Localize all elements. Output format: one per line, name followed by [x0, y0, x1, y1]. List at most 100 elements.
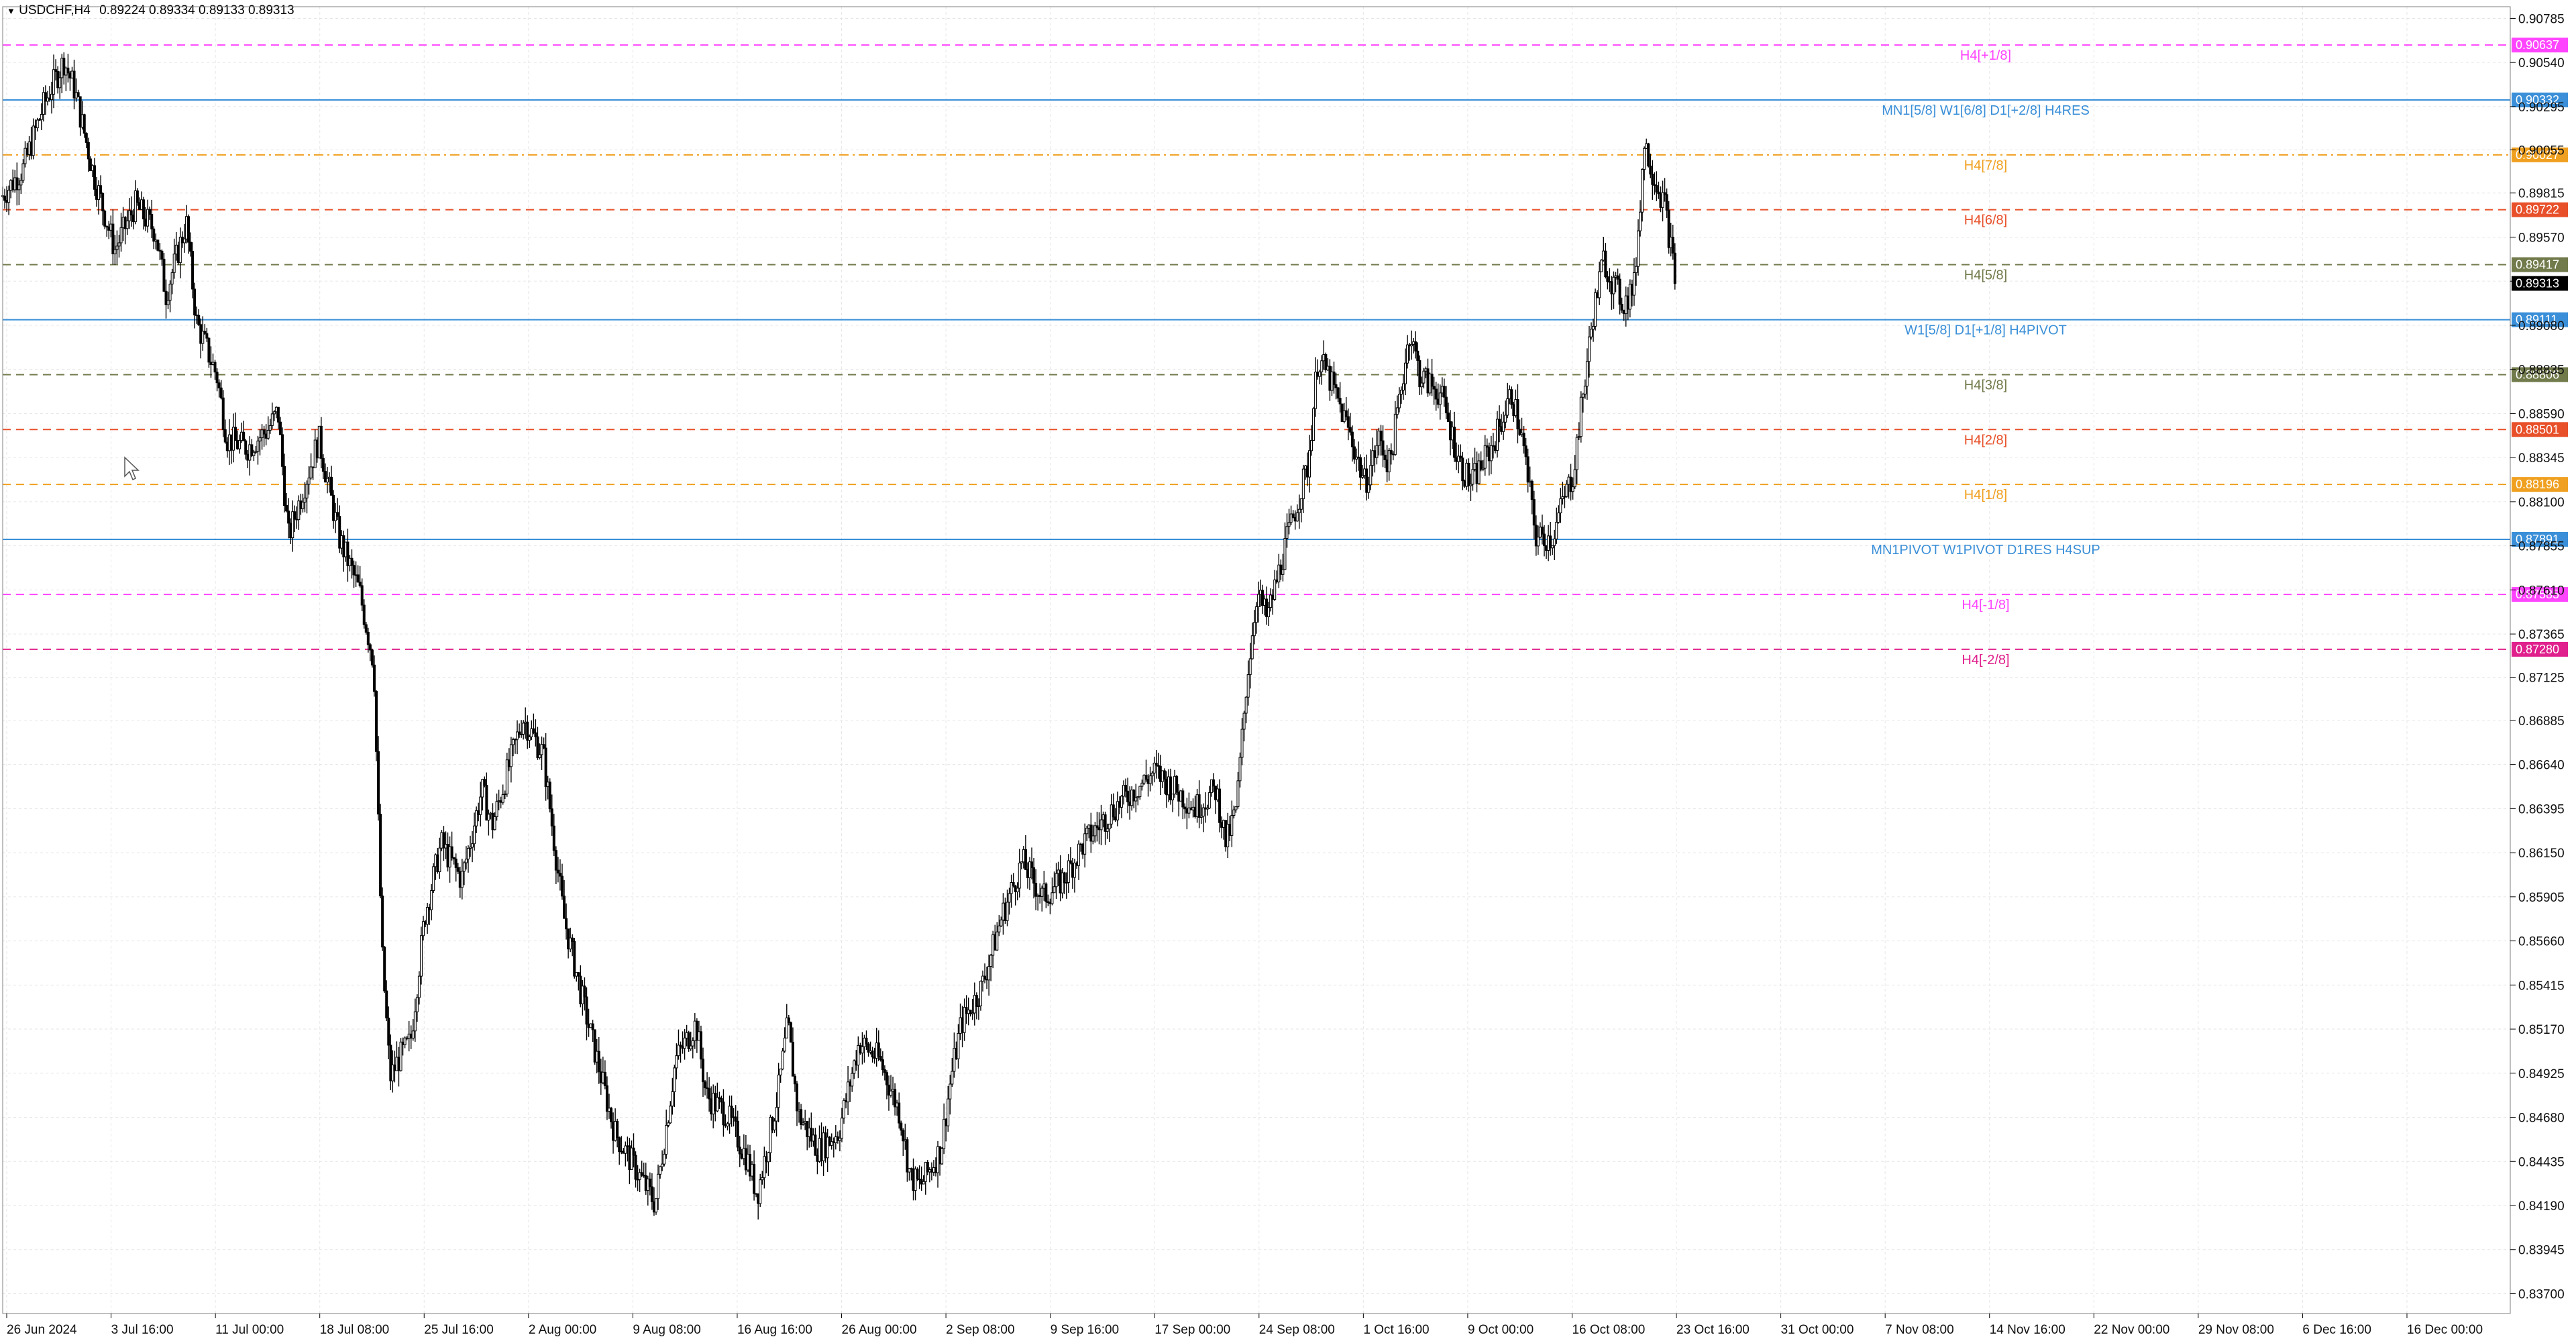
candle-body: [1461, 458, 1464, 482]
y-tick-label: 0.83945: [2518, 1244, 2565, 1258]
candle-body: [238, 440, 241, 449]
candle-body: [156, 239, 160, 251]
chart-window[interactable]: ▼ USDCHF,H4 0.89224 0.89334 0.89133 0.89…: [0, 0, 2576, 1339]
candle-body: [556, 869, 559, 874]
candle-body: [1604, 250, 1607, 277]
candle-body: [890, 1090, 893, 1096]
candle-body: [330, 476, 333, 496]
x-tick-label: 11 Jul 00:00: [215, 1323, 284, 1337]
candle-body: [1085, 827, 1089, 835]
candle-body: [949, 1083, 952, 1100]
candle-body: [947, 1098, 950, 1126]
candle-body: [1389, 449, 1393, 455]
candle-body: [233, 427, 237, 441]
candle-body: [83, 114, 86, 134]
candle-body: [358, 582, 362, 586]
candle-body: [1350, 431, 1354, 447]
candle-body: [321, 458, 325, 472]
candle-body: [1346, 416, 1350, 428]
price-chart[interactable]: H4[+1/8] 0.90637 MN1[5/8] W1[6/8] D1[+2/8]…: [0, 0, 2576, 1339]
candle-body: [1083, 833, 1087, 855]
level-price-value: 0.89722: [2516, 203, 2559, 217]
candle-body: [466, 848, 470, 860]
candle-body: [383, 947, 386, 992]
candle-body: [462, 862, 466, 872]
level-price-value: 0.89417: [2516, 258, 2559, 272]
candle-body: [509, 744, 513, 767]
candle-body: [258, 437, 262, 441]
candle-body: [1285, 526, 1289, 539]
y-tick-label: 0.87610: [2518, 584, 2565, 598]
x-tick-label: 9 Sep 16:00: [1051, 1323, 1119, 1337]
candle-body: [1647, 143, 1650, 167]
candle-body: [738, 1146, 741, 1155]
candle-body: [1498, 419, 1501, 427]
candle-body: [1643, 148, 1646, 170]
candle-body: [1254, 606, 1258, 623]
candle-body: [85, 133, 88, 143]
candle-body: [775, 1107, 778, 1122]
candle-body: [7, 189, 11, 203]
candle-body: [759, 1179, 762, 1204]
candle-body: [1018, 862, 1021, 889]
candle-body: [1055, 873, 1058, 888]
candle-body: [1444, 396, 1448, 414]
candle-body: [479, 796, 482, 815]
candle-body: [996, 931, 999, 951]
candle-body: [1397, 394, 1401, 409]
candle-body: [1532, 499, 1536, 526]
candle-body: [1106, 828, 1109, 832]
candle-body: [879, 1056, 882, 1061]
x-tick-label: 16 Aug 16:00: [737, 1323, 812, 1337]
candle-body: [1673, 252, 1676, 284]
candle-body: [1150, 772, 1154, 777]
candle-body: [215, 372, 219, 384]
mouse-cursor-icon: [124, 456, 140, 481]
candle-body: [571, 937, 574, 942]
candle-body: [387, 1017, 390, 1046]
candle-body: [548, 782, 551, 810]
candle-body: [1312, 408, 1316, 441]
candle-body: [1406, 344, 1409, 364]
candle-body: [1067, 860, 1070, 883]
candle-body: [583, 985, 586, 998]
candle-body: [385, 990, 388, 1018]
candle-body: [558, 873, 561, 877]
candle-body: [722, 1102, 725, 1126]
candle-body: [1404, 362, 1407, 384]
candle-body: [283, 466, 286, 506]
candle-body: [791, 1041, 794, 1077]
candle-body: [1112, 804, 1115, 818]
candle-body: [1590, 329, 1593, 337]
candle-body: [368, 644, 372, 651]
candle-body: [285, 504, 288, 512]
candle-body: [117, 242, 121, 247]
candle-body: [900, 1122, 903, 1131]
candle-body: [1651, 174, 1654, 185]
candle-body: [325, 478, 329, 483]
candle-body: [1559, 498, 1562, 514]
candle-body: [125, 220, 129, 229]
level-label: H4[1/8]: [1964, 488, 2007, 502]
candle-body: [360, 585, 364, 606]
candle-body: [1575, 437, 1578, 470]
y-tick-label: 0.86640: [2518, 759, 2565, 773]
x-tick-label: 2 Aug 00:00: [529, 1323, 596, 1337]
candle-body: [1416, 350, 1419, 361]
candle-body: [883, 1069, 886, 1073]
candle-body: [223, 429, 227, 443]
candle-body: [522, 722, 525, 735]
candle-body: [303, 497, 307, 502]
candle-body: [534, 732, 537, 737]
candle-body: [307, 478, 311, 485]
candle-body: [1181, 790, 1185, 808]
candle-body: [1583, 386, 1587, 394]
candle-body: [1348, 427, 1352, 433]
candle-body: [861, 1046, 864, 1054]
candle-body: [1299, 498, 1303, 510]
level-price-value: 0.87280: [2516, 643, 2559, 656]
y-tick-label: 0.90055: [2518, 144, 2565, 158]
candle-body: [669, 1106, 672, 1124]
candle-body: [417, 975, 421, 998]
candle-body: [777, 1074, 780, 1108]
